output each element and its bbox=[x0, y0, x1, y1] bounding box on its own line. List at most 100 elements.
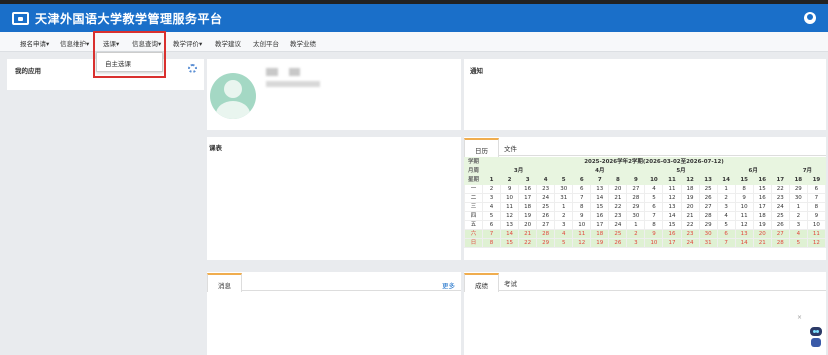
notice-panel: 通知 bbox=[464, 59, 826, 130]
calendar-day: 20 bbox=[752, 229, 772, 239]
weekday-label: 六 bbox=[464, 229, 483, 239]
calendar-day: 20 bbox=[518, 220, 538, 230]
calendar-day: 18 bbox=[752, 211, 772, 221]
app-title: 天津外国语大学教学管理服务平台 bbox=[35, 12, 223, 26]
notice-title: 通知 bbox=[470, 67, 483, 75]
calendar-day: 31 bbox=[698, 238, 718, 248]
calendar-day: 7 bbox=[481, 229, 502, 239]
calendar-day: 4 bbox=[554, 229, 574, 239]
more-link[interactable]: 更多 bbox=[442, 280, 455, 290]
calendar-day: 5 bbox=[716, 220, 736, 230]
nav-teaching-suggest[interactable]: 教学建议 bbox=[215, 38, 241, 48]
calendar-day: 21 bbox=[680, 211, 700, 221]
calendar-day: 10 bbox=[734, 202, 754, 212]
calendar-day: 1 bbox=[788, 202, 808, 212]
calendar-day: 16 bbox=[590, 211, 610, 221]
calendar-day: 15 bbox=[752, 184, 772, 194]
month-label: 4月 bbox=[554, 166, 646, 176]
redacted-name bbox=[289, 68, 300, 76]
week-number: 9 bbox=[626, 175, 646, 185]
calendar-day: 11 bbox=[734, 211, 754, 221]
calendar-day: 13 bbox=[500, 220, 520, 230]
week-number: 2 bbox=[500, 175, 520, 185]
weekday-label: 二 bbox=[464, 193, 483, 203]
calendar-day: 24 bbox=[608, 220, 628, 230]
corner-month: 月周 bbox=[464, 166, 483, 176]
week-number: 4 bbox=[536, 175, 556, 185]
week-number: 10 bbox=[644, 175, 664, 185]
close-icon[interactable]: × bbox=[797, 314, 802, 321]
week-number: 13 bbox=[698, 175, 718, 185]
calendar-day: 5 bbox=[644, 193, 664, 203]
calendar-day: 23 bbox=[608, 211, 628, 221]
calendar-day: 31 bbox=[554, 193, 574, 203]
calendar-day: 6 bbox=[481, 220, 502, 230]
course-table-title: 课表 bbox=[209, 144, 222, 152]
calendar-day: 29 bbox=[536, 238, 556, 248]
grades-tabs: 成绩 考试 bbox=[464, 273, 826, 292]
calendar-day: 28 bbox=[536, 229, 556, 239]
nav-performance[interactable]: 教学业绩 bbox=[290, 38, 316, 48]
calendar-day: 11 bbox=[500, 202, 520, 212]
calendar-day: 11 bbox=[806, 229, 827, 239]
calendar-day: 12 bbox=[734, 220, 754, 230]
calendar-day: 9 bbox=[734, 193, 754, 203]
app-header: 天津外国语大学教学管理服务平台 bbox=[0, 4, 828, 32]
nav-teaching-eval[interactable]: 教学评价▾ bbox=[173, 38, 202, 48]
calendar-day: 19 bbox=[518, 211, 538, 221]
calendar-day: 12 bbox=[572, 238, 592, 248]
calendar-day: 19 bbox=[752, 220, 772, 230]
calendar-day: 13 bbox=[662, 202, 682, 212]
nav-innovation[interactable]: 太创平台 bbox=[253, 38, 279, 48]
calendar-day: 27 bbox=[626, 184, 646, 194]
calendar-day: 2 bbox=[626, 229, 646, 239]
nav-signup[interactable]: 报名申请▾ bbox=[20, 38, 49, 48]
month-label: 3月 bbox=[481, 166, 556, 176]
calendar-day: 17 bbox=[518, 193, 538, 203]
calendar-day: 2 bbox=[554, 211, 574, 221]
calendar-day: 3 bbox=[716, 202, 736, 212]
calendar-day: 3 bbox=[554, 220, 574, 230]
calendar-day: 4 bbox=[644, 184, 664, 194]
calendar-day: 14 bbox=[734, 238, 754, 248]
corner-weekday: 星期 bbox=[464, 175, 483, 185]
calendar-day: 21 bbox=[608, 193, 628, 203]
nav-info-maintain[interactable]: 信息维护▾ bbox=[60, 38, 89, 48]
user-avatar-icon[interactable] bbox=[804, 12, 816, 24]
calendar-day: 6 bbox=[572, 184, 592, 194]
my-apps-title: 我的应用 bbox=[15, 67, 41, 75]
calendar-day: 13 bbox=[590, 184, 610, 194]
calendar-day: 26 bbox=[698, 193, 718, 203]
highlight-box bbox=[93, 31, 166, 78]
calendar-day: 13 bbox=[734, 229, 754, 239]
month-label: 7月 bbox=[788, 166, 827, 176]
tab-files[interactable]: 文件 bbox=[494, 138, 527, 156]
calendar-day: 2 bbox=[788, 211, 808, 221]
tab-exams[interactable]: 考试 bbox=[494, 273, 527, 291]
gear-icon[interactable] bbox=[188, 64, 197, 73]
weekday-label: 五 bbox=[464, 220, 483, 230]
calendar-day: 7 bbox=[572, 193, 592, 203]
calendar-day: 19 bbox=[590, 238, 610, 248]
week-number: 7 bbox=[590, 175, 610, 185]
calendar-day: 20 bbox=[608, 184, 628, 194]
calendar-day: 20 bbox=[680, 202, 700, 212]
calendar-day: 2 bbox=[716, 193, 736, 203]
calendar-day: 30 bbox=[554, 184, 574, 194]
week-number: 1 bbox=[481, 175, 502, 185]
calendar-day: 9 bbox=[500, 184, 520, 194]
calendar-day: 4 bbox=[788, 229, 808, 239]
calendar-day: 8 bbox=[481, 238, 502, 248]
calendar-day: 9 bbox=[806, 211, 827, 221]
robot-assistant-icon[interactable] bbox=[807, 326, 825, 348]
calendar-day: 25 bbox=[608, 229, 628, 239]
redacted-info bbox=[266, 81, 320, 87]
term-range: 2025-2026学年2学期(2026-03-02至2026-07-12) bbox=[482, 157, 826, 167]
calendar-day: 14 bbox=[662, 211, 682, 221]
calendar-day: 29 bbox=[626, 202, 646, 212]
tab-messages[interactable]: 消息 bbox=[207, 273, 242, 292]
calendar-day: 10 bbox=[644, 238, 664, 248]
calendar-day: 3 bbox=[481, 193, 502, 203]
calendar-day: 15 bbox=[590, 202, 610, 212]
calendar-day: 6 bbox=[716, 229, 736, 239]
